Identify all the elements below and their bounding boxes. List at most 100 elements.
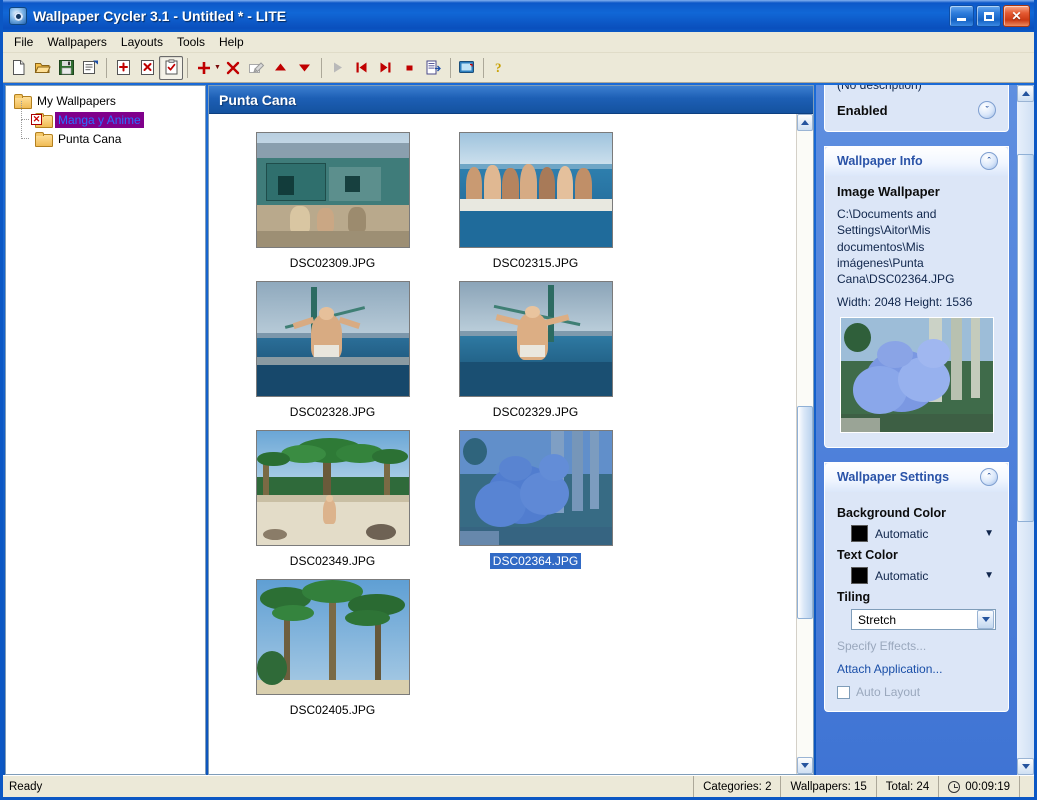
thumbnail-item[interactable]: DSC02315.JPG (434, 132, 637, 271)
thumbnail-area: DSC02309.JPG DSC02315.JPG DSC02328.JPG D… (209, 114, 796, 774)
category-tree-pane: My Wallpapers ✕ Manga y Anime Punta Cana (5, 85, 206, 775)
menu-bar: File Wallpapers Layouts Tools Help (3, 32, 1034, 53)
tree-guide-line (21, 119, 29, 120)
toolbar-separator (482, 57, 484, 78)
toolbar-separator (106, 57, 107, 78)
thumbnail-item-selected[interactable]: DSC02364.JPG (434, 430, 637, 569)
next-icon[interactable] (374, 56, 398, 80)
tree-guide-line (21, 138, 29, 139)
thumbnail-image (458, 430, 613, 546)
move-up-icon[interactable] (269, 56, 293, 80)
auto-layout-row[interactable]: Auto Layout (837, 685, 996, 699)
thumbnail-image (458, 132, 613, 248)
tree-item-my-wallpapers[interactable]: My Wallpapers (14, 91, 205, 110)
specify-effects-link[interactable]: Specify Effects... (837, 639, 996, 653)
tiling-value: Stretch (858, 612, 897, 627)
previous-icon[interactable] (350, 56, 374, 80)
wallpaper-info-body: Image Wallpaper C:\Documents and Setting… (825, 176, 1008, 447)
chevron-double-down-icon[interactable]: ˇ (978, 101, 996, 120)
background-color-value: Automatic (875, 526, 929, 541)
sidebar-panels: Punta Cana (No description) Enabled ˇ Wa… (816, 85, 1017, 775)
chevron-down-icon[interactable]: ▼ (984, 528, 996, 539)
tree-item-punta-cana[interactable]: Punta Cana (14, 120, 205, 148)
sidebar-scroll-down-button[interactable] (1017, 758, 1034, 775)
auto-layout-label: Auto Layout (856, 685, 921, 700)
scroll-up-button[interactable] (797, 114, 813, 131)
thumbnail-image (255, 132, 410, 248)
text-color-value: Automatic (875, 568, 929, 583)
folder-disabled-icon: ✕ (31, 113, 53, 128)
menu-item-file[interactable]: File (7, 32, 40, 52)
disabled-badge-icon: ✕ (31, 114, 42, 125)
apply-icon[interactable] (422, 56, 446, 80)
scroll-down-button[interactable] (797, 757, 813, 774)
monitor-icon[interactable] (455, 56, 479, 80)
menu-item-layouts[interactable]: Layouts (114, 32, 170, 52)
add-category-icon[interactable] (111, 56, 135, 80)
background-color-row[interactable]: Automatic ▼ (837, 525, 996, 543)
page-title: Punta Cana (209, 86, 813, 114)
help-icon[interactable]: ? (488, 56, 512, 80)
thumbnail-label: DSC02328.JPG (289, 405, 376, 419)
wallpaper-settings-title: Wallpaper Settings (837, 470, 950, 485)
save-as-icon[interactable] (78, 56, 102, 80)
thumbnail-item[interactable]: DSC02405.JPG (231, 579, 434, 718)
thumbnail-item[interactable]: DSC02329.JPG (434, 281, 637, 420)
menu-item-help[interactable]: Help (212, 32, 251, 52)
open-icon[interactable] (30, 56, 54, 80)
status-wallpapers: Wallpapers: 15 (781, 776, 877, 797)
scrollbar-thumb[interactable] (797, 406, 813, 620)
checklist-icon[interactable] (159, 55, 183, 80)
chevron-double-up-icon[interactable]: ˆ (980, 152, 998, 171)
remove-wallpaper-icon[interactable] (221, 56, 245, 80)
category-tree: My Wallpapers ✕ Manga y Anime Punta Cana (6, 86, 205, 148)
thumbnail-item[interactable]: DSC02309.JPG (231, 132, 434, 271)
play-icon[interactable] (326, 56, 350, 80)
scrollbar-track[interactable] (797, 131, 813, 757)
delete-category-icon[interactable] (135, 56, 159, 80)
background-color-swatch[interactable] (851, 525, 868, 543)
sidebar-scrollbar[interactable] (1017, 85, 1034, 775)
thumbnail-image (255, 430, 410, 546)
content-scrollbar[interactable] (796, 114, 813, 774)
move-down-icon[interactable] (293, 56, 317, 80)
tree-guide-line (21, 120, 22, 139)
sidebar-scrollbar-track[interactable] (1017, 102, 1034, 758)
category-info-panel: Punta Cana (No description) Enabled ˇ (824, 85, 1009, 133)
save-icon[interactable] (54, 56, 78, 80)
thumbnail-label: DSC02309.JPG (289, 256, 376, 270)
sidebar-scroll-up-button[interactable] (1017, 85, 1034, 102)
maximize-button[interactable] (976, 5, 1001, 27)
status-time: 00:09:19 (965, 780, 1010, 793)
menu-item-tools[interactable]: Tools (170, 32, 212, 52)
wallpaper-kind: Image Wallpaper (837, 184, 940, 200)
sidebar-scrollbar-thumb[interactable] (1017, 154, 1034, 522)
tiling-select[interactable]: Stretch (851, 609, 996, 631)
toolbar: ▼ ? (3, 53, 1034, 83)
auto-layout-checkbox[interactable] (837, 685, 850, 699)
edit-wallpaper-icon[interactable] (245, 56, 269, 80)
attach-application-link[interactable]: Attach Application... (837, 662, 996, 676)
new-icon[interactable] (6, 56, 30, 80)
text-color-row[interactable]: Automatic ▼ (837, 567, 996, 585)
chevron-double-up-icon[interactable]: ˆ (980, 468, 998, 487)
tiling-label: Tiling (837, 590, 871, 605)
menu-item-wallpapers[interactable]: Wallpapers (40, 32, 114, 52)
add-wallpaper-icon[interactable] (192, 56, 216, 80)
minimize-button[interactable] (949, 5, 974, 27)
text-color-swatch[interactable] (851, 567, 868, 585)
tree-item-manga-y-anime[interactable]: ✕ Manga y Anime (14, 101, 205, 129)
wallpaper-settings-header: Wallpaper Settings ˆ (825, 463, 1008, 493)
toolbar-separator (449, 57, 451, 78)
resize-grip[interactable] (1020, 776, 1034, 797)
wallpaper-settings-panel: Wallpaper Settings ˆ Background Color Au… (824, 462, 1009, 713)
chevron-down-icon (1021, 764, 1030, 769)
chevron-down-icon[interactable] (977, 610, 994, 630)
thumbnail-item[interactable]: DSC02328.JPG (231, 281, 434, 420)
thumbnail-item[interactable]: DSC02349.JPG (231, 430, 434, 569)
chevron-down-icon[interactable]: ▼ (984, 570, 996, 581)
close-button[interactable]: ✕ (1003, 5, 1030, 27)
wallpaper-preview-image (839, 317, 994, 434)
title-bar: Wallpaper Cycler 3.1 - Untitled * - LITE… (3, 0, 1034, 32)
stop-icon[interactable] (398, 56, 422, 80)
